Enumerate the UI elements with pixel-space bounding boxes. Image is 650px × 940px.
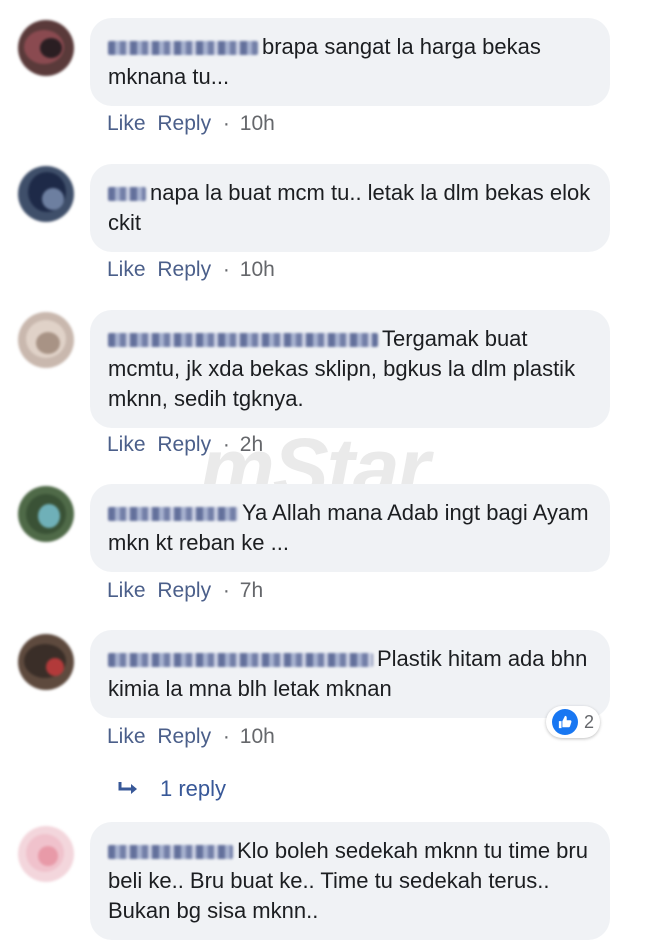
replies-count-label: 1 reply [160, 776, 227, 801]
commenter-name[interactable] [108, 845, 233, 860]
comment-actions: Like Reply · 10h [107, 255, 281, 285]
avatar[interactable] [18, 486, 74, 542]
like-link[interactable]: Like [107, 112, 146, 135]
comment-bubble: Klo boleh sedekah mknn tu time bru beli … [90, 822, 610, 940]
commenter-name[interactable] [108, 333, 378, 348]
reaction-count: 2 [584, 711, 595, 732]
reply-link[interactable]: Reply [157, 725, 211, 748]
comment-timestamp[interactable]: 2h [240, 433, 263, 456]
reply-link[interactable]: Reply [157, 433, 211, 456]
comment-actions: Like Reply · 10h [107, 109, 281, 139]
comment-text: napa la buat mcm tu.. letak la dlm bekas… [108, 180, 591, 235]
separator: · [222, 433, 230, 456]
reply-arrow-icon [118, 772, 140, 806]
avatar[interactable] [18, 166, 74, 222]
avatar[interactable] [18, 634, 74, 690]
comment-timestamp[interactable]: 10h [240, 258, 275, 281]
avatar[interactable] [18, 826, 74, 882]
comment-bubble: Plastik hitam ada bhn kimia la mna blh l… [90, 630, 610, 718]
like-link[interactable]: Like [107, 579, 146, 602]
commenter-name[interactable] [108, 653, 373, 668]
avatar[interactable] [18, 20, 74, 76]
reply-link[interactable]: Reply [157, 579, 211, 602]
view-replies-link[interactable]: 1 reply [118, 772, 226, 806]
reply-link[interactable]: Reply [157, 112, 211, 135]
reaction-summary[interactable]: 2 [546, 706, 601, 738]
comment-actions: Like Reply · 7h [107, 576, 269, 606]
commenter-name[interactable] [108, 41, 258, 56]
comment-timestamp[interactable]: 7h [240, 579, 263, 602]
comment-actions: Like Reply · 2h [107, 430, 269, 460]
reply-link[interactable]: Reply [157, 258, 211, 281]
like-link[interactable]: Like [107, 725, 146, 748]
separator: · [222, 579, 230, 602]
comment-timestamp[interactable]: 10h [240, 725, 275, 748]
comment-bubble: napa la buat mcm tu.. letak la dlm bekas… [90, 164, 610, 252]
like-link[interactable]: Like [107, 258, 146, 281]
separator: · [222, 725, 230, 748]
commenter-name[interactable] [108, 187, 146, 202]
comment-bubble: Ya Allah mana Adab ingt bagi Ayam mkn kt… [90, 484, 610, 572]
like-link[interactable]: Like [107, 433, 146, 456]
thumbs-up-icon [552, 709, 578, 735]
comment-bubble: Tergamak buat mcmtu, jk xda bekas sklipn… [90, 310, 610, 428]
avatar[interactable] [18, 312, 74, 368]
commenter-name[interactable] [108, 507, 238, 522]
separator: · [222, 112, 230, 135]
comment-timestamp[interactable]: 10h [240, 112, 275, 135]
comment-bubble: brapa sangat la harga bekas mknana tu... [90, 18, 610, 106]
comment-actions: Like Reply · 10h [107, 722, 281, 752]
separator: · [222, 258, 230, 281]
